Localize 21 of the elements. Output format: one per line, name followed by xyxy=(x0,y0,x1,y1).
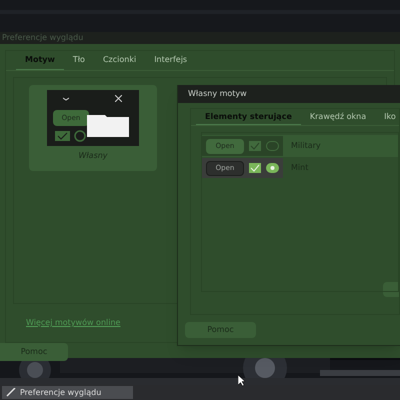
tab[interactable]: Czcionki xyxy=(94,51,146,70)
tab[interactable]: Iko xyxy=(375,109,399,125)
dialog-button[interactable] xyxy=(383,282,399,297)
brush-icon xyxy=(6,388,16,397)
tab[interactable]: Interfejs xyxy=(145,51,196,70)
more-themes-link[interactable]: Więcej motywów online xyxy=(26,317,120,329)
minimize-icon xyxy=(63,97,69,101)
close-icon xyxy=(115,95,122,102)
cursor-icon xyxy=(238,375,245,386)
window-title: Preferencje wyglądu xyxy=(2,32,84,44)
checkbox-icon xyxy=(249,141,261,151)
radio-icon xyxy=(266,163,279,173)
radio-icon xyxy=(74,130,86,142)
taskbar-item[interactable]: Preferencje wyglądu xyxy=(2,386,133,399)
tab[interactable]: Krawędź okna xyxy=(300,109,376,125)
radio-icon xyxy=(266,141,279,151)
checkbox-icon xyxy=(249,163,261,173)
checkbox-icon xyxy=(55,131,70,141)
tab[interactable]: Tło xyxy=(64,51,94,70)
folder-icon xyxy=(87,115,129,137)
dialog-title: Własny motyw xyxy=(188,88,247,100)
